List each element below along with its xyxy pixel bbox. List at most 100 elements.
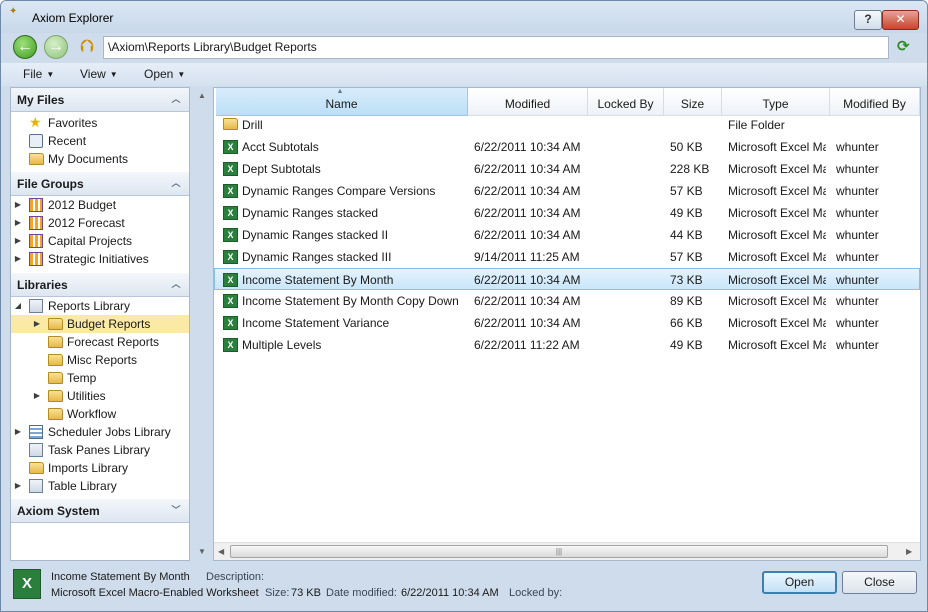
file-modified: 6/22/2011 10:34 AM: [474, 162, 581, 176]
forward-button[interactable]: →: [44, 35, 68, 59]
tree-item-strategic-initiatives[interactable]: ▶ Strategic Initiatives: [11, 250, 189, 268]
tree-item-scheduler-jobs-library[interactable]: ▶ Scheduler Jobs Library: [11, 423, 189, 441]
file-type: Microsoft Excel Ma: [728, 316, 826, 330]
expand-arrow-icon[interactable]: ▶: [13, 214, 23, 232]
column-header-name[interactable]: ▲ Name: [216, 88, 468, 116]
collapse-icon[interactable]: ︿: [169, 278, 183, 290]
section-file-groups[interactable]: File Groups ︿: [11, 172, 189, 196]
collapse-icon[interactable]: ︿: [169, 177, 183, 189]
file-modified-by: whunter: [836, 228, 879, 242]
excel-icon: [223, 294, 238, 308]
file-row[interactable]: Multiple Levels 6/22/2011 11:22 AM 49 KB…: [214, 334, 920, 356]
column-header-modified-by[interactable]: Modified By: [830, 88, 920, 116]
menu-open[interactable]: Open ▼: [144, 67, 185, 81]
expand-arrow-icon[interactable]: ▶: [32, 315, 42, 333]
section-libraries-label: Libraries: [17, 278, 68, 292]
file-size: 66 KB: [670, 316, 703, 330]
details-description-label: Description:: [206, 571, 265, 583]
section-libraries[interactable]: Libraries ︿: [11, 273, 189, 297]
tree-item-reports-library[interactable]: ◢ Reports Library: [11, 297, 189, 315]
expand-arrow-icon[interactable]: ▶: [32, 387, 42, 405]
tree-item-workflow[interactable]: Workflow: [11, 405, 189, 423]
tree-label: Forecast Reports: [67, 335, 160, 349]
file-row[interactable]: Dept Subtotals 6/22/2011 10:34 AM 228 KB…: [214, 158, 920, 180]
file-row[interactable]: Dynamic Ranges stacked 6/22/2011 10:34 A…: [214, 202, 920, 224]
file-row[interactable]: Acct Subtotals 6/22/2011 10:34 AM 50 KB …: [214, 136, 920, 158]
menu-file[interactable]: File ▼: [23, 67, 54, 81]
tree-item-my-documents[interactable]: My Documents: [11, 150, 189, 168]
tree-item-budget-reports[interactable]: ▶ Budget Reports: [11, 315, 189, 333]
file-row[interactable]: Dynamic Ranges stacked III 9/14/2011 11:…: [214, 246, 920, 268]
scroll-down-icon[interactable]: ▼: [198, 547, 206, 556]
window-close-button[interactable]: ✕: [882, 10, 919, 30]
tree-label: Table Library: [48, 479, 117, 493]
tree-item-temp[interactable]: Temp: [11, 369, 189, 387]
expand-arrow-icon[interactable]: ▶: [13, 423, 23, 441]
column-header-modified[interactable]: Modified: [468, 88, 588, 116]
imports-icon: [29, 462, 44, 474]
tree-item-forecast-reports[interactable]: Forecast Reports: [11, 333, 189, 351]
file-row[interactable]: Dynamic Ranges stacked II 6/22/2011 10:3…: [214, 224, 920, 246]
expand-arrow-icon[interactable]: ▶: [13, 232, 23, 250]
column-header-label: Size: [680, 97, 705, 111]
file-name: Multiple Levels: [242, 338, 322, 352]
file-row[interactable]: Income Statement Variance 6/22/2011 10:3…: [214, 312, 920, 334]
close-button[interactable]: Close: [842, 571, 917, 594]
tree-item-utilities[interactable]: ▶ Utilities: [11, 387, 189, 405]
column-header-locked-by[interactable]: Locked By: [588, 88, 664, 116]
file-name: Dynamic Ranges Compare Versions: [242, 184, 436, 198]
tree-item-2012-forecast[interactable]: ▶ 2012 Forecast: [11, 214, 189, 232]
file-row-selected[interactable]: Income Statement By Month 6/22/2011 10:3…: [214, 268, 920, 290]
horizontal-scrollbar[interactable]: ◀ ||| ▶: [214, 542, 920, 560]
address-bar[interactable]: \Axiom\Reports Library\Budget Reports: [103, 36, 889, 59]
file-modified-by: whunter: [836, 206, 879, 220]
file-size: 49 KB: [670, 206, 703, 220]
tree-item-table-library[interactable]: ▶ Table Library: [11, 477, 189, 495]
file-row[interactable]: Dynamic Ranges Compare Versions 6/22/201…: [214, 180, 920, 202]
excel-icon: [223, 206, 238, 220]
file-row[interactable]: Drill File Folder: [214, 114, 920, 136]
column-header-type[interactable]: Type: [722, 88, 830, 116]
tree-label: Misc Reports: [67, 353, 138, 367]
collapse-arrow-icon[interactable]: ◢: [13, 297, 23, 315]
collapse-icon[interactable]: ︿: [169, 93, 183, 105]
scroll-left-icon[interactable]: ◀: [218, 547, 224, 556]
section-axiom-system[interactable]: Axiom System ﹀: [11, 499, 189, 523]
file-modified-by: whunter: [836, 294, 879, 308]
tree-label: Strategic Initiatives: [48, 252, 149, 266]
navigation-pane: My Files ︿ ★ Favorites Recent My Documen…: [10, 87, 190, 561]
tree-item-favorites[interactable]: ★ Favorites: [11, 114, 189, 132]
expand-arrow-icon[interactable]: ▶: [13, 250, 23, 268]
tree-item-task-panes-library[interactable]: Task Panes Library: [11, 441, 189, 459]
expand-arrow-icon[interactable]: ▶: [13, 477, 23, 495]
column-header-size[interactable]: Size: [664, 88, 722, 116]
details-file-name: Income Statement By Month: [51, 571, 190, 583]
back-button[interactable]: ←: [13, 35, 37, 59]
column-header-label: Type: [762, 97, 789, 111]
file-type: Microsoft Excel Ma: [728, 294, 826, 308]
tree-item-misc-reports[interactable]: Misc Reports: [11, 351, 189, 369]
tree-item-2012-budget[interactable]: ▶ 2012 Budget: [11, 196, 189, 214]
file-row[interactable]: Income Statement By Month Copy Down 6/22…: [214, 290, 920, 312]
expand-icon[interactable]: ﹀: [169, 504, 183, 516]
file-size: 50 KB: [670, 140, 703, 154]
left-scrollbar[interactable]: ▲ ▼: [196, 87, 208, 561]
help-button[interactable]: ?: [854, 10, 882, 30]
menu-view[interactable]: View ▼: [80, 67, 118, 81]
expand-arrow-icon[interactable]: ▶: [13, 196, 23, 214]
file-name: Dynamic Ranges stacked II: [242, 228, 389, 242]
scroll-right-icon[interactable]: ▶: [906, 547, 912, 556]
file-modified: 6/22/2011 10:34 AM: [474, 273, 581, 287]
refresh-icon[interactable]: ⟳: [897, 39, 913, 55]
tree-label: Recent: [48, 134, 87, 148]
tree-item-recent[interactable]: Recent: [11, 132, 189, 150]
scroll-thumb[interactable]: |||: [230, 545, 888, 558]
open-button[interactable]: Open: [762, 571, 837, 594]
details-date-value: 6/22/2011 10:34 AM: [401, 587, 499, 599]
up-folder-icon[interactable]: ⮉: [75, 35, 99, 59]
excel-icon: [223, 140, 238, 154]
tree-item-imports-library[interactable]: Imports Library: [11, 459, 189, 477]
section-my-files[interactable]: My Files ︿: [11, 88, 189, 112]
scroll-up-icon[interactable]: ▲: [198, 91, 206, 100]
tree-item-capital-projects[interactable]: ▶ Capital Projects: [11, 232, 189, 250]
